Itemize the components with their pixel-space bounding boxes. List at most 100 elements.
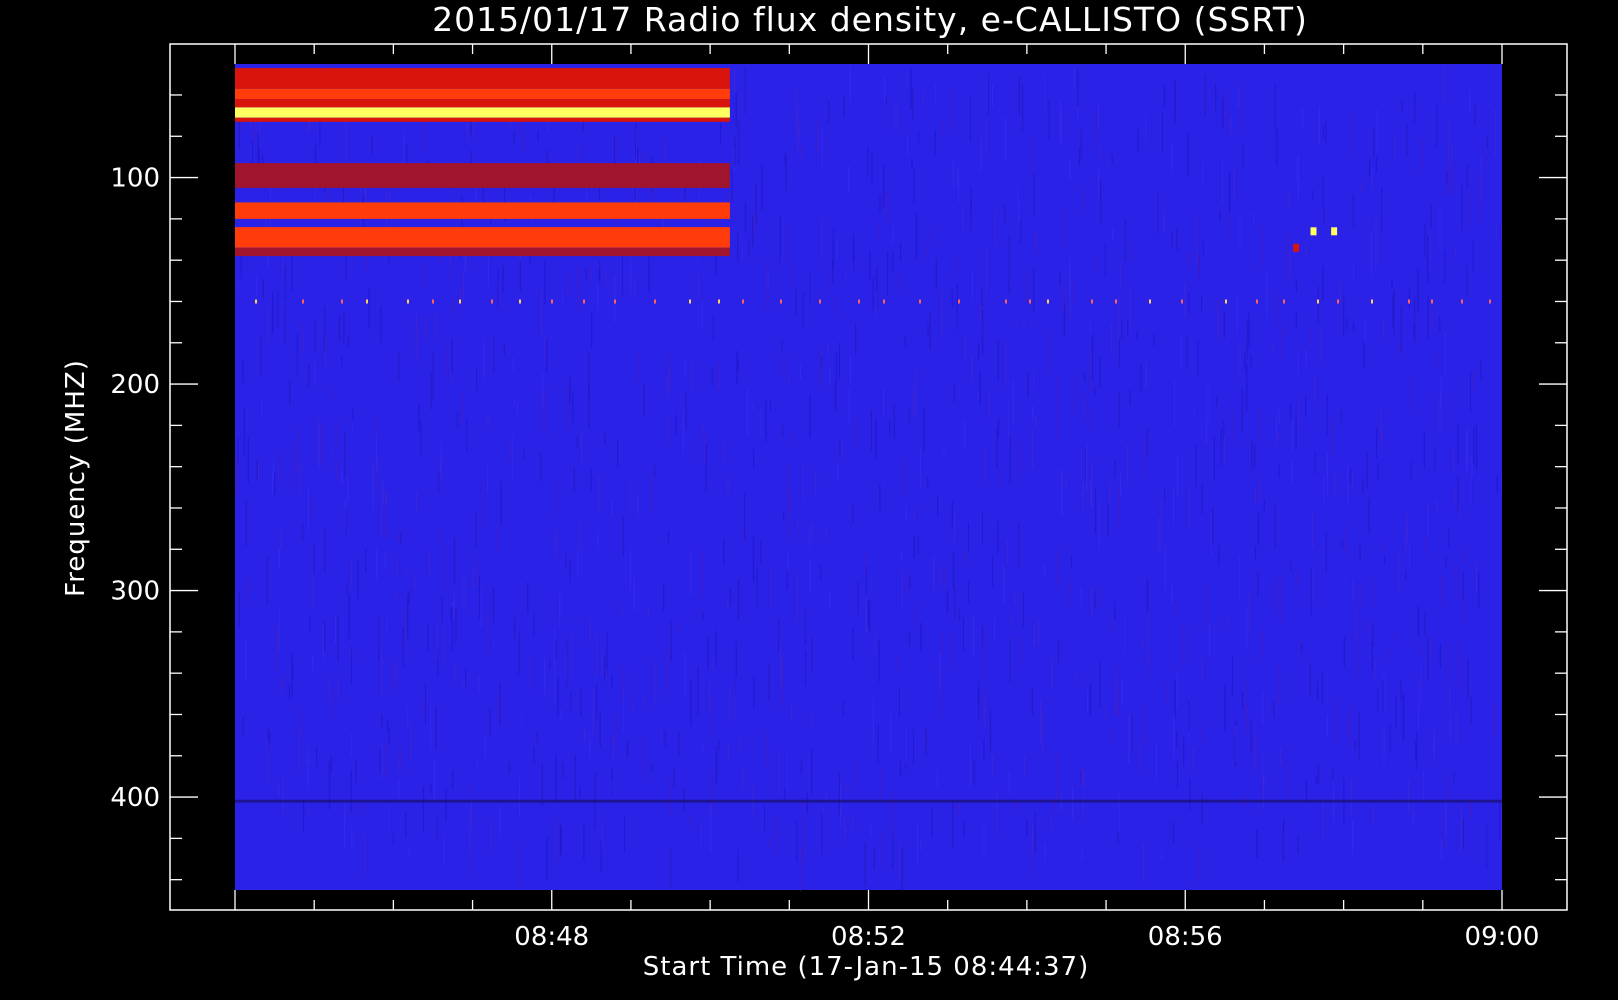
noise-streak — [562, 762, 564, 779]
noise-streak — [1339, 280, 1341, 303]
interference-dot — [1283, 299, 1285, 304]
noise-streak — [677, 623, 679, 632]
noise-streak — [487, 414, 489, 430]
noise-streak — [1094, 387, 1096, 396]
noise-streak — [1322, 265, 1324, 301]
noise-streak — [580, 520, 582, 553]
noise-streak — [335, 420, 337, 450]
noise-streak — [1254, 444, 1256, 469]
noise-streak — [936, 768, 938, 787]
noise-streak — [386, 618, 388, 632]
noise-streak — [828, 101, 830, 123]
noise-streak — [348, 593, 350, 640]
noise-streak — [1291, 421, 1294, 451]
noise-streak — [414, 574, 416, 591]
noise-streak — [962, 617, 964, 650]
noise-streak — [939, 567, 941, 584]
noise-streak — [318, 423, 320, 469]
noise-streak — [760, 409, 762, 435]
noise-streak — [930, 230, 932, 242]
noise-streak — [815, 470, 817, 495]
noise-streak — [1044, 564, 1046, 577]
noise-streak — [1153, 333, 1155, 347]
noise-streak — [256, 275, 258, 297]
noise-streak — [703, 432, 705, 464]
noise-streak — [761, 165, 763, 210]
noise-streak — [573, 466, 575, 492]
noise-streak — [617, 438, 619, 469]
noise-streak — [1414, 295, 1416, 343]
noise-streak — [1241, 388, 1243, 433]
noise-streak — [1239, 215, 1241, 247]
noise-streak — [913, 536, 915, 559]
noise-streak — [913, 168, 915, 204]
noise-streak — [779, 643, 782, 686]
noise-streak — [540, 453, 542, 482]
noise-streak — [842, 701, 844, 717]
noise-streak — [1032, 405, 1034, 421]
noise-streak — [443, 628, 445, 666]
noise-streak — [1346, 318, 1348, 331]
noise-streak — [800, 760, 803, 774]
noise-streak — [300, 710, 302, 739]
noise-streak — [1326, 451, 1328, 497]
noise-streak — [1410, 462, 1412, 480]
noise-streak — [1317, 286, 1319, 323]
noise-streak — [493, 335, 495, 372]
noise-streak — [734, 135, 736, 167]
noise-streak — [1366, 453, 1368, 489]
noise-streak — [517, 842, 519, 887]
noise-streak — [1398, 550, 1400, 593]
noise-streak — [937, 496, 939, 517]
noise-streak — [267, 309, 269, 342]
noise-streak — [1261, 629, 1263, 658]
noise-streak — [574, 754, 576, 800]
noise-streak — [1050, 812, 1052, 830]
noise-streak — [1111, 154, 1113, 164]
noise-streak — [238, 592, 240, 628]
noise-streak — [435, 706, 437, 749]
noise-streak — [1157, 191, 1159, 234]
noise-streak — [498, 693, 500, 720]
noise-streak — [767, 271, 769, 286]
noise-streak — [635, 117, 637, 158]
noise-streak — [1097, 101, 1100, 129]
noise-streak — [280, 531, 282, 548]
noise-streak — [984, 448, 986, 482]
noise-streak — [804, 817, 806, 859]
emission-band — [235, 163, 730, 188]
noise-streak — [1322, 125, 1324, 140]
noise-streak — [973, 760, 975, 785]
noise-streak — [500, 480, 502, 526]
emission-band — [235, 227, 730, 248]
noise-streak — [892, 225, 894, 245]
noise-streak — [799, 364, 802, 380]
noise-streak — [864, 842, 866, 887]
noise-streak — [1263, 753, 1265, 788]
noise-streak — [1374, 659, 1376, 680]
noise-streak — [256, 459, 258, 481]
noise-streak — [436, 621, 438, 660]
noise-streak — [427, 622, 429, 651]
noise-streak — [288, 684, 290, 699]
noise-streak — [614, 275, 616, 323]
noise-streak — [849, 355, 851, 384]
noise-streak — [543, 389, 545, 436]
noise-streak — [1445, 802, 1447, 837]
noise-streak — [1213, 435, 1215, 481]
noise-streak — [1110, 322, 1112, 355]
noise-streak — [1196, 214, 1198, 261]
noise-streak — [397, 533, 399, 542]
noise-streak — [977, 391, 979, 401]
noise-streak — [445, 789, 447, 822]
noise-streak — [1114, 601, 1116, 621]
noise-streak — [346, 583, 348, 594]
noise-streak — [905, 575, 907, 596]
noise-streak — [811, 748, 813, 795]
noise-streak — [236, 453, 238, 495]
noise-streak — [469, 810, 471, 851]
noise-streak — [278, 784, 280, 796]
noise-streak — [450, 269, 452, 279]
noise-streak — [1033, 370, 1035, 389]
noise-streak — [885, 192, 887, 223]
